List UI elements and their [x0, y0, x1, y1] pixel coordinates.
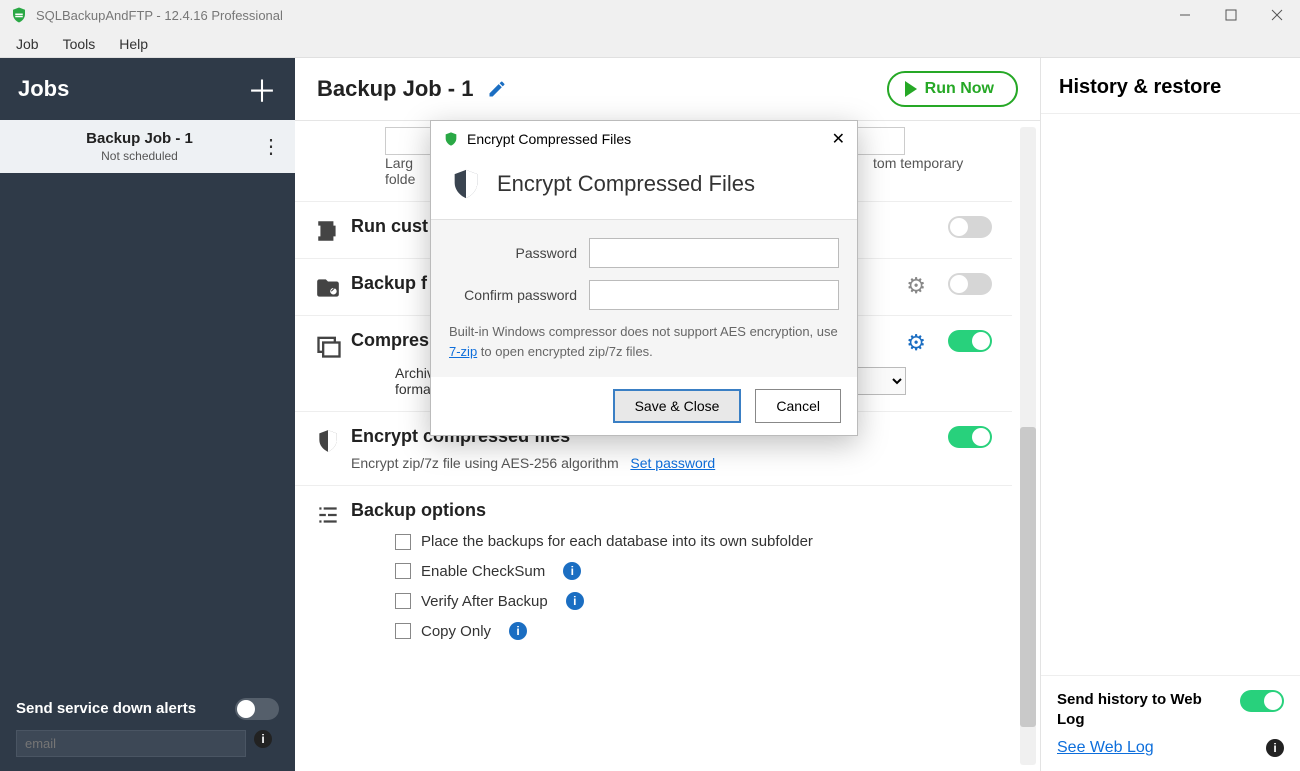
confirm-password-input[interactable]	[589, 280, 839, 310]
minimize-button[interactable]	[1162, 0, 1208, 30]
add-job-button[interactable]: ＋	[247, 67, 277, 111]
close-window-button[interactable]	[1254, 0, 1300, 30]
options-icon	[315, 502, 351, 528]
info-icon[interactable]: i	[254, 730, 272, 748]
info-icon[interactable]: i	[566, 592, 584, 610]
history-panel: History & restore Send history to Web Lo…	[1040, 58, 1300, 771]
encrypt-dialog: Encrypt Compressed Files ✕ Encrypt Compr…	[430, 120, 858, 436]
job-status: Not scheduled	[18, 149, 261, 163]
window-titlebar: SQLBackupAndFTP - 12.4.16 Professional	[0, 0, 1300, 30]
password-label: Password	[449, 245, 589, 261]
custom-script-toggle[interactable]	[948, 216, 992, 238]
edit-title-icon[interactable]	[487, 79, 507, 99]
close-icon[interactable]: ✕	[832, 129, 845, 149]
menu-help[interactable]: Help	[109, 33, 158, 55]
opt-verify-checkbox[interactable]	[395, 593, 411, 609]
confirm-password-label: Confirm password	[449, 287, 589, 303]
main-menu: Job Tools Help	[0, 30, 1300, 58]
alert-email-input[interactable]	[16, 730, 246, 757]
web-log-panel: Send history to Web Log See Web Log i	[1041, 675, 1300, 771]
opt-checksum-checkbox[interactable]	[395, 563, 411, 579]
backup-folder-toggle[interactable]	[948, 273, 992, 295]
service-alerts-toggle[interactable]	[235, 698, 279, 720]
run-now-button[interactable]: Run Now	[887, 71, 1018, 107]
shield-icon	[315, 428, 351, 454]
app-logo-icon	[443, 131, 459, 147]
menu-job[interactable]: Job	[6, 33, 49, 55]
job-name: Backup Job - 1	[18, 130, 261, 147]
gear-icon[interactable]: ⚙	[906, 330, 926, 356]
save-close-button[interactable]: Save & Close	[613, 389, 742, 423]
service-alerts-panel: Send service down alerts i	[0, 684, 295, 771]
encryption-note: Built-in Windows compressor does not sup…	[449, 322, 839, 361]
info-icon[interactable]: i	[563, 562, 581, 580]
jobs-heading: Jobs	[18, 76, 69, 102]
page-title: Backup Job - 1	[317, 76, 473, 102]
job-list-item[interactable]: Backup Job - 1 Not scheduled ⋮	[0, 120, 295, 173]
set-password-link[interactable]: Set password	[630, 455, 715, 471]
info-icon[interactable]: i	[509, 622, 527, 640]
compress-toggle[interactable]	[948, 330, 992, 352]
web-log-toggle[interactable]	[1240, 690, 1284, 712]
sevenzip-link[interactable]: 7-zip	[449, 344, 477, 359]
compress-icon	[315, 332, 351, 360]
opt-copyonly-checkbox[interactable]	[395, 623, 411, 639]
gear-icon[interactable]: ⚙	[906, 273, 926, 299]
dialog-heading: Encrypt Compressed Files	[497, 171, 755, 197]
history-heading: History & restore	[1041, 58, 1300, 114]
jobs-sidebar: Jobs ＋ Backup Job - 1 Not scheduled ⋮ Se…	[0, 58, 295, 771]
scrollbar[interactable]	[1020, 127, 1036, 765]
password-input[interactable]	[589, 238, 839, 268]
dialog-title: Encrypt Compressed Files	[467, 131, 631, 147]
app-logo-icon	[10, 6, 28, 24]
job-menu-icon[interactable]: ⋮	[261, 134, 281, 159]
see-web-log-link[interactable]: See Web Log	[1057, 739, 1154, 757]
web-log-label: Send history to Web Log	[1057, 690, 1230, 729]
menu-tools[interactable]: Tools	[53, 33, 106, 55]
folder-icon	[315, 275, 351, 301]
service-alerts-label: Send service down alerts	[16, 700, 196, 718]
shield-icon	[449, 167, 483, 201]
window-title: SQLBackupAndFTP - 12.4.16 Professional	[36, 8, 283, 23]
section-backup-options: Backup options Place the backups for eac…	[295, 486, 1012, 654]
info-icon[interactable]: i	[1266, 739, 1284, 757]
opt-subfolder-checkbox[interactable]	[395, 534, 411, 550]
maximize-button[interactable]	[1208, 0, 1254, 30]
encrypt-toggle[interactable]	[948, 426, 992, 448]
script-icon	[315, 218, 351, 244]
cancel-button[interactable]: Cancel	[755, 389, 841, 423]
play-icon	[905, 81, 917, 97]
